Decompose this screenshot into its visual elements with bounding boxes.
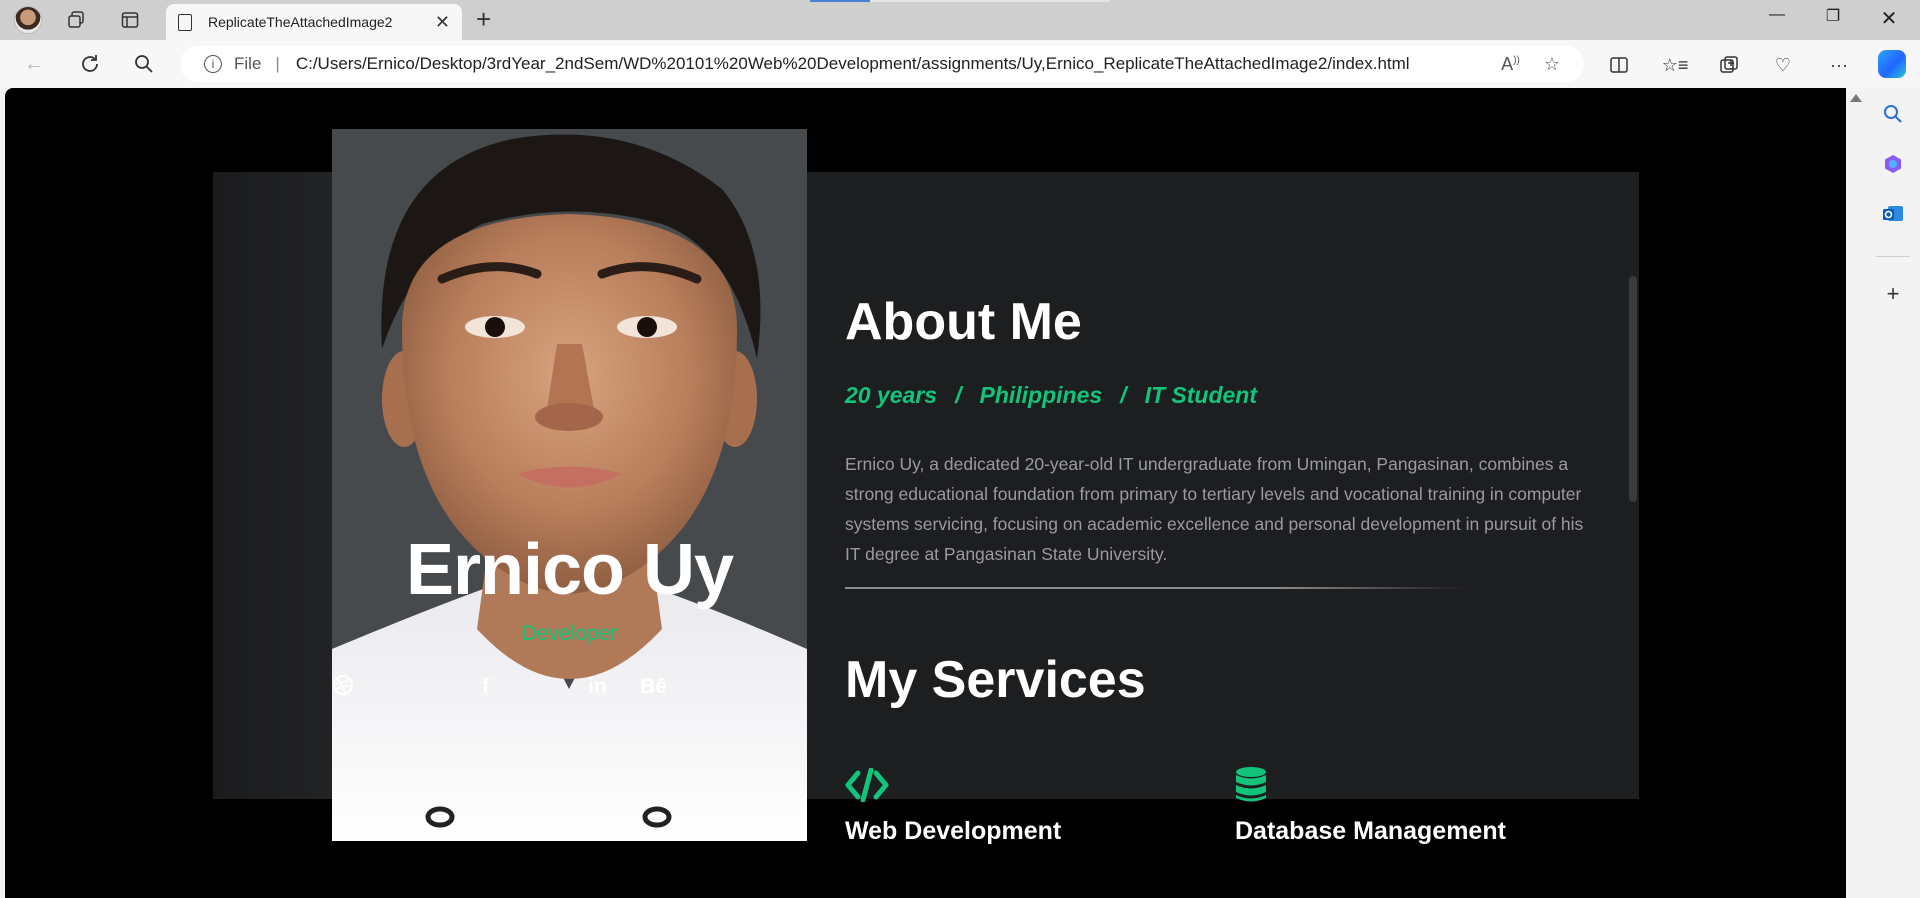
page-viewport: Ernico Uy Developer f in Bē About Me 20 … — [5, 88, 1846, 898]
address-bar[interactable]: i File | C:/Users/Ernico/Desktop/3rdYear… — [180, 46, 1584, 82]
portrait-illustration — [332, 129, 807, 841]
collections-icon[interactable] — [1716, 52, 1742, 78]
close-tab-icon[interactable]: ✕ — [435, 12, 450, 33]
profile-role: Developer — [521, 622, 618, 645]
tab-strip: ReplicateTheAttachedImage2 ✕ + — ❐ ✕ — [0, 0, 1920, 40]
section-divider — [845, 587, 1465, 589]
scroll-up-icon[interactable] — [1850, 94, 1862, 102]
service-web-development: Web Development — [845, 765, 1061, 846]
profile-photo: Ernico Uy Developer f in Bē — [332, 129, 807, 841]
service-label: Web Development — [845, 817, 1062, 845]
dribbble-icon[interactable] — [333, 674, 555, 700]
workspaces-icon[interactable] — [62, 6, 90, 34]
favorite-star-icon[interactable]: ☆ — [1544, 54, 1560, 75]
search-icon[interactable] — [130, 50, 158, 78]
tab-strip-accent — [810, 0, 870, 2]
browser-essentials-icon[interactable]: ♡ — [1770, 52, 1796, 78]
page-scrollbar[interactable] — [1846, 88, 1866, 898]
profile-name: Ernico Uy — [405, 530, 734, 610]
active-tab[interactable]: ReplicateTheAttachedImage2 ✕ — [166, 4, 462, 40]
meta-country: Philippines — [979, 382, 1103, 408]
about-meta: 20 years / Philippines / IT Student — [845, 382, 1257, 409]
favorites-icon[interactable]: ☆≡ — [1662, 52, 1689, 78]
outlook-icon[interactable] — [1881, 202, 1905, 226]
split-screen-icon[interactable] — [1606, 52, 1632, 78]
document-icon — [178, 13, 192, 31]
service-label: Database Management — [1235, 817, 1506, 845]
database-icon — [1235, 765, 1506, 805]
back-button[interactable]: ← — [20, 50, 48, 78]
minimize-button[interactable]: — — [1762, 6, 1792, 24]
sidebar-copilot-icon[interactable] — [1881, 152, 1905, 176]
sidebar-add-icon[interactable]: + — [1881, 281, 1905, 306]
profile-avatar[interactable] — [14, 6, 42, 34]
meta-occupation: IT Student — [1144, 382, 1257, 408]
code-icon — [845, 765, 1061, 805]
new-tab-button[interactable]: + — [476, 4, 491, 35]
meta-separator: / — [1120, 382, 1127, 408]
about-bio: Ernico Uy, a dedicated 20-year-old IT un… — [845, 454, 1584, 564]
social-links: f in Bē — [332, 674, 807, 700]
linkedin-icon[interactable]: in — [585, 674, 611, 700]
site-info-icon[interactable]: i — [204, 55, 222, 73]
restore-button[interactable]: ❐ — [1818, 6, 1848, 26]
card-shade — [213, 172, 333, 799]
close-window-button[interactable]: ✕ — [1874, 6, 1904, 31]
tab-title: ReplicateTheAttachedImage2 — [208, 14, 393, 30]
service-database-management: Database Management — [1235, 765, 1506, 846]
services-heading: My Services — [845, 651, 1146, 709]
behance-icon[interactable]: Bē — [640, 674, 667, 700]
more-options-icon[interactable]: ··· — [1826, 52, 1852, 78]
url-scheme: File — [234, 54, 262, 73]
card-scrollbar[interactable] — [1629, 276, 1637, 502]
sidebar-search-icon[interactable] — [1881, 102, 1905, 126]
url-path: C:/Users/Ernico/Desktop/3rdYear_2ndSem/W… — [295, 54, 1410, 73]
vertical-tabs-icon[interactable] — [116, 6, 144, 34]
meta-separator: / — [955, 382, 962, 408]
url-separator: | — [275, 54, 280, 73]
about-heading: About Me — [845, 293, 1082, 351]
refresh-button[interactable] — [76, 50, 104, 78]
sidebar-divider — [1876, 256, 1910, 257]
tab-strip-accent-light — [870, 0, 1110, 2]
copilot-icon[interactable] — [1878, 50, 1906, 78]
sidebar: + — [1866, 88, 1920, 898]
facebook-icon[interactable]: f — [473, 674, 499, 700]
toolbar: ← i File | C:/Users/Ernico/Desktop/3rdYe… — [0, 40, 1920, 88]
read-aloud-icon[interactable]: A)) — [1501, 54, 1520, 75]
meta-age: 20 years — [845, 382, 938, 408]
